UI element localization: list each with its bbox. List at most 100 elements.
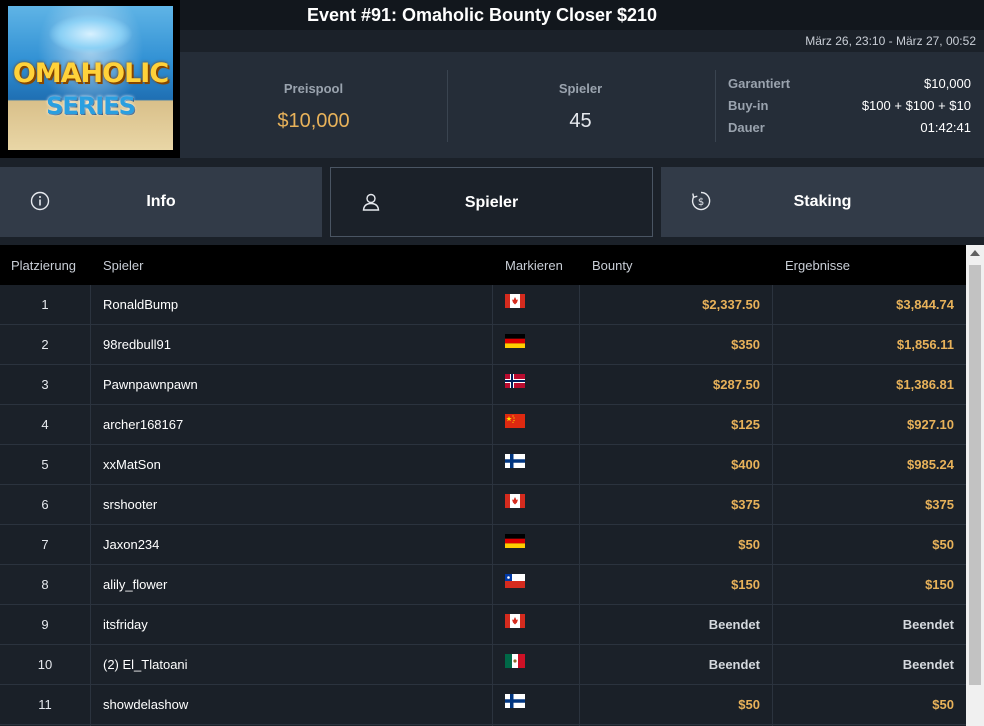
row-player-name: Pawnpawnpawn (103, 377, 198, 392)
event-logo-frame: OMAHOLIC SERIES (0, 0, 180, 158)
germany-flag-icon (505, 534, 525, 548)
scrollbar-thumb[interactable] (969, 265, 981, 685)
column-header-results[interactable]: Ergebnisse (785, 258, 850, 273)
tab-label: Info (146, 193, 176, 210)
detail-duration: Dauer 01:42:41 (728, 120, 974, 142)
row-player-name: srshooter (103, 497, 158, 512)
omaholic-series-logo: OMAHOLIC SERIES (8, 6, 173, 150)
row-result: $150 (925, 577, 954, 592)
column-header-place[interactable]: Platzierung (11, 258, 76, 273)
norway-flag-icon (505, 374, 525, 388)
column-divider (579, 285, 580, 726)
column-divider (772, 285, 773, 726)
detail-guaranteed: Garantiert $10,000 (728, 76, 974, 98)
canada-flag-icon (505, 294, 525, 308)
event-date-range: März 26, 23:10 - März 27, 00:52 (805, 34, 976, 48)
row-player-name: alily_flower (103, 577, 168, 592)
row-player-name: itsfriday (103, 617, 148, 632)
tab-info[interactable]: Info (0, 167, 322, 237)
detail-value: 01:42:41 (920, 120, 971, 135)
table-row[interactable]: 6 srshooter $375 $375 (0, 485, 966, 525)
row-result: Beendet (902, 617, 954, 632)
row-bounty: $50 (738, 697, 760, 712)
row-player-name: 98redbull91 (103, 337, 171, 352)
table-row[interactable]: 7 Jaxon234 $50 $50 (0, 525, 966, 565)
column-divider (90, 285, 91, 726)
tournament-details: Garantiert $10,000 Buy-in $100 + $100 + … (728, 76, 974, 142)
row-place: 6 (41, 497, 49, 512)
row-place: 8 (41, 577, 49, 592)
table-row[interactable]: 4 archer168167 $125 $927.10 (0, 405, 966, 445)
canada-flag-icon (505, 494, 525, 508)
row-place: 7 (41, 537, 49, 552)
tab-players[interactable]: Spieler (330, 167, 653, 237)
row-result: $1,856.11 (896, 337, 954, 352)
table-row[interactable]: 3 Pawnpawnpawn $287.50 $1,386.81 (0, 365, 966, 405)
logo-water-splash (48, 14, 133, 54)
table-row[interactable]: 2 98redbull91 $350 $1,856.11 (0, 325, 966, 365)
column-header-bounty[interactable]: Bounty (592, 258, 632, 273)
row-place: 9 (41, 617, 49, 632)
china-flag-icon (505, 414, 525, 428)
chile-flag-icon (505, 574, 525, 588)
detail-label: Dauer (728, 120, 765, 135)
players-count-label: Spieler (558, 81, 603, 96)
row-place: 11 (38, 697, 52, 712)
table-row[interactable]: 5 xxMatSon $400 $985.24 (0, 445, 966, 485)
prizepool-stat: Preispool $10,000 (181, 52, 446, 158)
row-player-name: Jaxon234 (103, 537, 160, 552)
prizepool-value: $10,000 (277, 110, 350, 132)
logo-text-line1: OMAHOLIC (12, 58, 169, 89)
tab-staking[interactable]: $ Staking (661, 167, 984, 237)
prizepool-label: Preispool (283, 81, 344, 96)
players-count-value: 45 (569, 110, 592, 132)
finland-flag-icon (505, 694, 525, 708)
row-place: 1 (41, 297, 49, 312)
row-result: Beendet (902, 657, 954, 672)
players-table: Platzierung Spieler Markieren Bounty Erg… (0, 245, 966, 726)
row-result: $985.24 (907, 457, 954, 472)
row-place: 4 (41, 417, 49, 432)
row-bounty: $400 (731, 457, 760, 472)
table-row[interactable]: 9 itsfriday Beendet Beendet (0, 605, 966, 645)
table-row[interactable]: 8 alily_flower $150 $150 (0, 565, 966, 605)
canada-flag-icon (505, 614, 525, 628)
row-result: $375 (925, 497, 954, 512)
row-result: $927.10 (907, 417, 954, 432)
event-title: Event #91: Omaholic Bounty Closer $210 (306, 5, 658, 25)
table-row[interactable]: 10 (2) El_Tlatoani Beendet Beendet (0, 645, 966, 685)
row-result: $3,844.74 (896, 297, 954, 312)
column-divider (492, 285, 493, 726)
row-bounty: $150 (731, 577, 760, 592)
column-header-flag[interactable]: Markieren (505, 258, 563, 273)
row-player-name: (2) El_Tlatoani (103, 657, 188, 672)
row-bounty: $2,337.50 (702, 297, 760, 312)
detail-value: $100 + $100 + $10 (861, 98, 971, 113)
table-row[interactable]: 1 RonaldBump $2,337.50 $3,844.74 (0, 285, 966, 325)
players-stat: Spieler 45 (448, 52, 713, 158)
row-bounty: $125 (731, 417, 760, 432)
tab-label: Spieler (464, 194, 519, 211)
row-place: 10 (37, 657, 53, 672)
column-header-player[interactable]: Spieler (103, 258, 143, 273)
scroll-up-arrow-icon[interactable] (970, 250, 980, 256)
row-result: $1,386.81 (896, 377, 954, 392)
table-row[interactable]: 11 showdelashow $50 $50 (0, 685, 966, 725)
row-place: 5 (41, 457, 49, 472)
row-player-name: showdelashow (103, 697, 189, 712)
germany-flag-icon (505, 334, 525, 348)
row-player-name: RonaldBump (103, 297, 179, 312)
tab-label: Staking (793, 193, 852, 210)
row-bounty: Beendet (708, 657, 760, 672)
detail-buyin: Buy-in $100 + $100 + $10 (728, 98, 974, 120)
detail-label: Buy-in (728, 98, 769, 113)
row-bounty: $350 (731, 337, 760, 352)
detail-value: $10,000 (924, 76, 971, 91)
finland-flag-icon (505, 454, 525, 468)
row-player-name: xxMatSon (103, 457, 161, 472)
row-result: $50 (932, 697, 954, 712)
row-bounty: $50 (738, 537, 760, 552)
table-scrollbar[interactable] (966, 245, 984, 726)
row-bounty: $375 (731, 497, 760, 512)
logo-text-line2: SERIES (46, 92, 136, 120)
